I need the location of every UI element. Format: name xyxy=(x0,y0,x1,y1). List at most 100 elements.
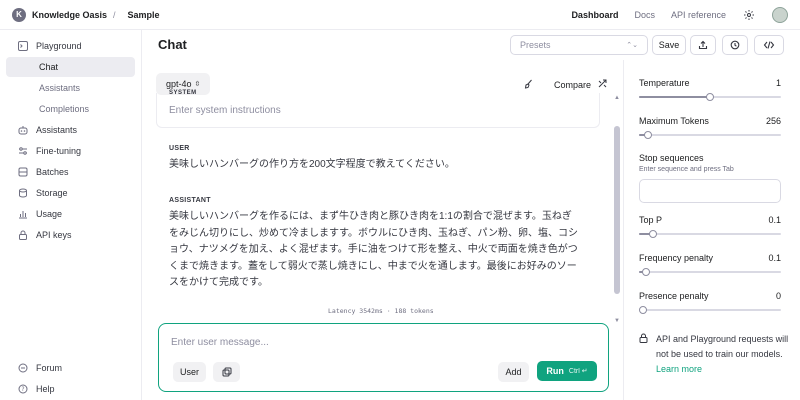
max-tokens-value[interactable]: 256 xyxy=(766,116,781,126)
slider-thumb[interactable] xyxy=(642,268,651,276)
svg-text:?: ? xyxy=(21,386,24,393)
param-max-tokens: Maximum Tokens 256 xyxy=(639,116,781,139)
sidebar-item-api-keys[interactable]: API keys xyxy=(6,225,135,245)
upload-icon xyxy=(698,40,708,50)
org-avatar[interactable]: K xyxy=(12,7,26,22)
chat-scrollbar[interactable]: ▲ ▼ xyxy=(612,93,622,327)
slider-thumb[interactable] xyxy=(706,93,714,101)
temperature-value[interactable]: 1 xyxy=(776,78,781,88)
nav-api-reference[interactable]: API reference xyxy=(671,10,726,20)
sidebar-item-label: Forum xyxy=(36,363,63,373)
sidebar-item-assistants[interactable]: Assistants xyxy=(6,120,135,140)
history-icon xyxy=(730,40,740,50)
top-p-slider[interactable] xyxy=(639,230,781,238)
sidebar-item-storage[interactable]: Storage xyxy=(6,183,135,203)
temperature-label: Temperature xyxy=(639,78,690,88)
sidebar-item-label: Usage xyxy=(36,209,63,219)
add-message-button[interactable]: Add xyxy=(498,362,529,382)
sidebar: Playground Chat Assistants Completions A… xyxy=(0,30,142,400)
robot-icon xyxy=(18,125,28,135)
notice-body: API and Playground requests will not be … xyxy=(656,332,789,377)
chat-main: Chat Presets ⌃⌄ Save gpt-4o ⇳ Compare SY… xyxy=(143,30,784,400)
compare-button[interactable]: Compare xyxy=(554,80,591,90)
frequency-penalty-slider[interactable] xyxy=(639,268,781,276)
scrollbar-thumb[interactable] xyxy=(614,126,620,294)
assistant-message-text[interactable]: 美味しいハンバーグを作るには、まず牛ひき肉と豚ひき肉を1:1の割合で混ぜます。玉… xyxy=(169,209,581,292)
presence-penalty-label: Presence penalty xyxy=(639,291,709,301)
history-button[interactable] xyxy=(722,35,748,55)
latency-info: Latency 3542ms · 188 tokens xyxy=(328,307,434,315)
user-message-text[interactable]: 美味しいハンバーグの作り方を200文字程度で教えてください。 xyxy=(169,157,581,174)
run-shortcut: Ctrl ↵ xyxy=(568,368,588,375)
message-composer: User Add Run Ctrl ↵ xyxy=(158,323,609,392)
top-p-label: Top P xyxy=(639,215,663,225)
save-button[interactable]: Save xyxy=(652,35,686,55)
presence-penalty-slider[interactable] xyxy=(639,306,781,314)
param-top-p: Top P 0.1 xyxy=(639,215,781,238)
scroll-up-icon[interactable]: ▲ xyxy=(614,95,620,101)
temperature-slider[interactable] xyxy=(639,93,781,101)
sidebar-item-chat[interactable]: Chat xyxy=(6,57,135,77)
sidebar-item-label: Playground xyxy=(36,41,82,51)
share-button[interactable] xyxy=(690,35,716,55)
top-p-value[interactable]: 0.1 xyxy=(768,215,781,225)
sidebar-item-playground[interactable]: Playground xyxy=(6,36,135,56)
sidebar-item-batches[interactable]: Batches xyxy=(6,162,135,182)
scroll-down-icon[interactable]: ▼ xyxy=(614,318,620,324)
sidebar-item-label: Batches xyxy=(36,167,69,177)
clear-brush-icon[interactable] xyxy=(524,79,534,91)
lock-icon xyxy=(639,333,648,377)
batches-icon xyxy=(18,167,28,177)
frequency-penalty-value[interactable]: 0.1 xyxy=(768,253,781,263)
run-button[interactable]: Run Ctrl ↵ xyxy=(537,361,597,381)
top-bar: K Knowledge Oasis / Sample Dashboard Doc… xyxy=(0,0,800,30)
terminal-icon xyxy=(18,41,28,51)
sidebar-bottom: Forum ? Help xyxy=(6,358,136,400)
tune-icon xyxy=(18,146,28,156)
chevron-updown-icon: ⇳ xyxy=(194,81,201,88)
sidebar-item-help[interactable]: ? Help xyxy=(6,379,136,399)
param-presence-penalty: Presence penalty 0 xyxy=(639,291,781,314)
user-message-input[interactable] xyxy=(171,337,591,348)
sidebar-item-label: Completions xyxy=(39,104,90,114)
lock-icon xyxy=(18,230,28,240)
learn-more-link[interactable]: Learn more xyxy=(656,364,702,374)
nav-docs[interactable]: Docs xyxy=(634,10,655,20)
slider-thumb[interactable] xyxy=(643,131,652,139)
assistant-role-label[interactable]: ASSISTANT xyxy=(169,197,211,204)
slider-thumb[interactable] xyxy=(649,230,658,238)
stop-sequences-label: Stop sequences xyxy=(639,153,704,163)
sidebar-item-usage[interactable]: Usage xyxy=(6,204,135,224)
sidebar-item-label: Storage xyxy=(36,188,68,198)
sidebar-item-forum[interactable]: Forum xyxy=(6,358,136,378)
org-name[interactable]: Knowledge Oasis xyxy=(32,10,107,20)
database-icon xyxy=(18,188,28,198)
sidebar-item-completions[interactable]: Completions xyxy=(6,99,135,119)
breadcrumb-separator: / xyxy=(113,9,116,20)
gear-icon[interactable] xyxy=(742,8,756,22)
stop-sequences-input[interactable] xyxy=(639,179,781,203)
stop-sequences-hint: Enter sequence and press Tab xyxy=(639,166,734,173)
code-button[interactable] xyxy=(754,35,784,55)
role-toggle-button[interactable]: User xyxy=(173,362,206,382)
attach-button[interactable] xyxy=(213,362,240,382)
page-title: Chat xyxy=(158,37,187,52)
presence-penalty-value[interactable]: 0 xyxy=(776,291,781,301)
compare-icon[interactable] xyxy=(597,78,608,91)
nav-dashboard[interactable]: Dashboard xyxy=(571,10,618,20)
sidebar-item-fine-tuning[interactable]: Fine-tuning xyxy=(6,141,135,161)
sidebar-item-label: Fine-tuning xyxy=(36,146,82,156)
help-icon: ? xyxy=(18,384,28,394)
model-name: gpt-4o xyxy=(166,79,192,89)
sidebar-item-label: Help xyxy=(36,384,55,394)
project-name[interactable]: Sample xyxy=(128,10,160,20)
max-tokens-slider[interactable] xyxy=(639,131,781,139)
sidebar-item-playground-assistants[interactable]: Assistants xyxy=(6,78,135,98)
system-input[interactable]: Enter system instructions xyxy=(169,105,281,116)
user-role-label[interactable]: USER xyxy=(169,145,190,152)
slider-thumb[interactable] xyxy=(639,306,647,314)
user-avatar[interactable] xyxy=(772,6,788,23)
param-frequency-penalty: Frequency penalty 0.1 xyxy=(639,253,781,276)
system-message-box[interactable]: SYSTEM Enter system instructions xyxy=(156,90,600,128)
presets-select[interactable]: Presets ⌃⌄ xyxy=(510,35,648,55)
